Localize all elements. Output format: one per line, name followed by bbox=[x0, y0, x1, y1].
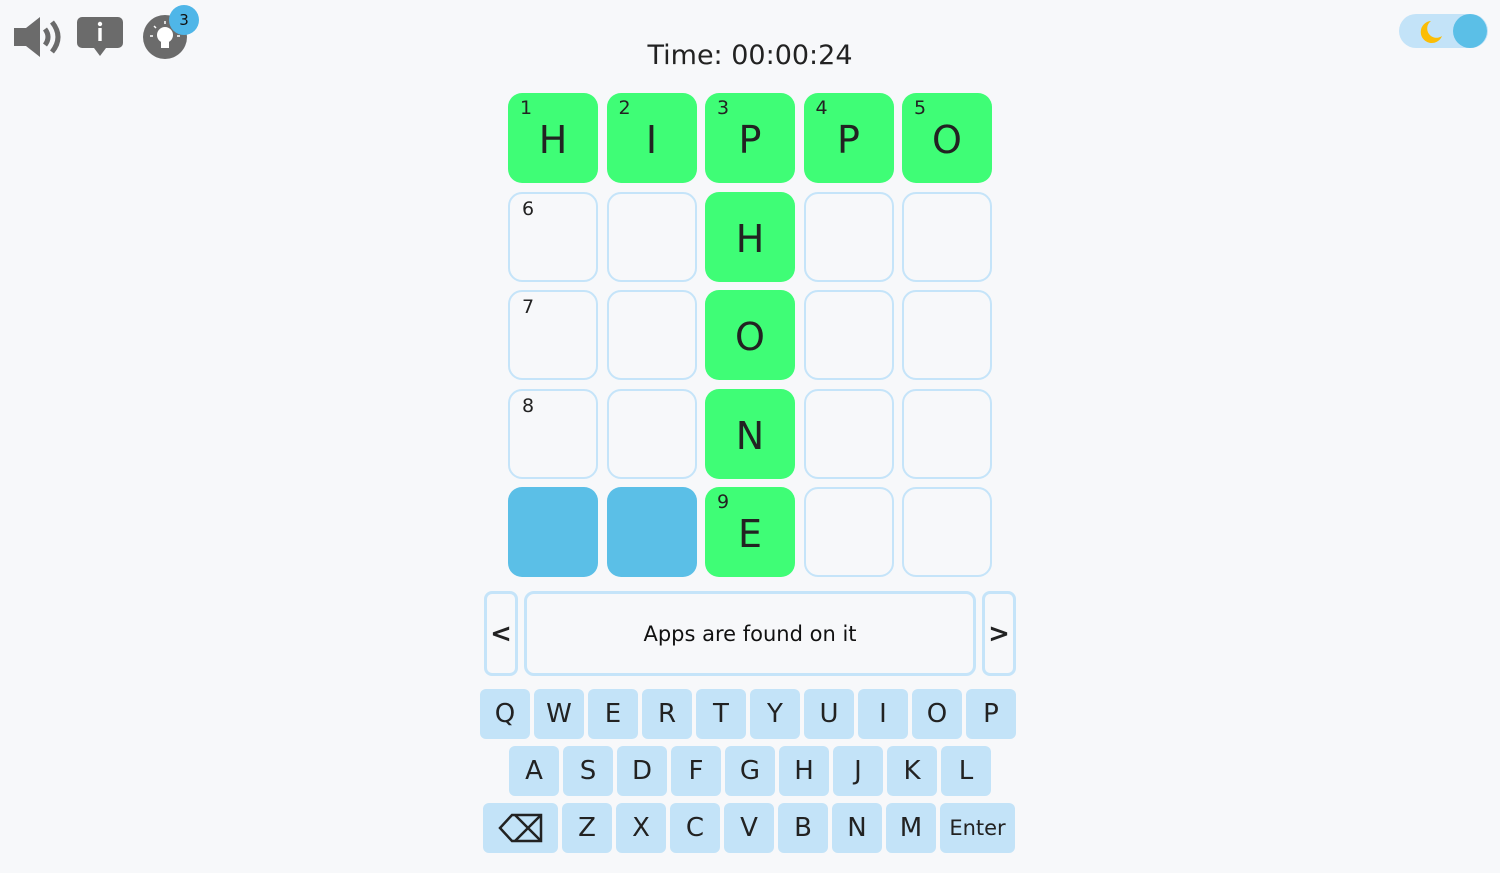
grid-cell[interactable] bbox=[803, 191, 894, 282]
cell-number: 7 bbox=[522, 296, 535, 318]
key-s[interactable]: S bbox=[563, 746, 613, 796]
backspace-icon bbox=[497, 813, 542, 843]
blocked-cell bbox=[606, 487, 697, 577]
keyboard-row: QWERTYUIOP bbox=[480, 689, 1020, 739]
key-z[interactable]: Z bbox=[562, 803, 612, 853]
key-v[interactable]: V bbox=[724, 803, 774, 853]
keyboard: Q W E R T Y U I O P A S D F G H J K L Z X C V B N M Enter bbox=[480, 689, 1020, 860]
key-f[interactable]: F bbox=[671, 746, 721, 796]
crossword-grid: 1H2I3P4P5O6H7O8N9E bbox=[508, 93, 992, 577]
cell-letter: O bbox=[735, 315, 765, 359]
grid-cell[interactable] bbox=[902, 191, 992, 282]
key-a[interactable]: A bbox=[509, 746, 559, 796]
cell-letter: P bbox=[738, 118, 762, 162]
key-c[interactable]: C bbox=[670, 803, 720, 853]
key-g[interactable]: G bbox=[725, 746, 775, 796]
cell-number: 3 bbox=[717, 97, 730, 119]
grid-cell[interactable]: 2I bbox=[606, 93, 697, 183]
grid-cell[interactable]: 3P bbox=[705, 93, 795, 183]
cell-number: 9 bbox=[717, 491, 730, 513]
key-r[interactable]: R bbox=[642, 689, 692, 739]
clue-text: Apps are found on it bbox=[524, 591, 976, 676]
grid-cell[interactable]: 4P bbox=[803, 93, 894, 183]
key-y[interactable]: Y bbox=[750, 689, 800, 739]
grid-cell[interactable] bbox=[606, 388, 697, 479]
hint-count-badge: 3 bbox=[169, 5, 199, 35]
keyboard-row: Z X C V B N M Enter bbox=[483, 803, 1020, 853]
grid-cell[interactable] bbox=[606, 290, 697, 380]
grid-cell[interactable]: 9E bbox=[705, 487, 795, 577]
backspace-key[interactable] bbox=[483, 803, 558, 853]
grid-cell[interactable] bbox=[606, 191, 697, 282]
key-m[interactable]: M bbox=[886, 803, 936, 853]
timer: Time: 00:00:24 bbox=[647, 40, 853, 71]
cell-letter: E bbox=[737, 512, 762, 556]
cell-number: 6 bbox=[522, 197, 535, 220]
key-e[interactable]: E bbox=[588, 689, 638, 739]
cell-letter: I bbox=[645, 118, 658, 162]
key-l[interactable]: L bbox=[941, 746, 991, 796]
key-i[interactable]: I bbox=[858, 689, 908, 739]
key-x[interactable]: X bbox=[616, 803, 666, 853]
cell-number: 4 bbox=[815, 97, 828, 119]
grid-cell[interactable]: 6 bbox=[508, 191, 598, 282]
key-b[interactable]: B bbox=[778, 803, 828, 853]
next-clue-button[interactable]: > bbox=[982, 591, 1016, 676]
grid-cell[interactable]: 7 bbox=[508, 290, 598, 380]
cell-number: 1 bbox=[520, 97, 533, 119]
grid-cell[interactable] bbox=[902, 487, 992, 577]
grid-cell[interactable] bbox=[902, 388, 992, 479]
grid-cell[interactable]: 8 bbox=[508, 388, 598, 479]
cell-number: 2 bbox=[618, 97, 631, 119]
enter-key[interactable]: Enter bbox=[940, 803, 1015, 853]
cell-letter: P bbox=[837, 118, 860, 162]
grid-cell[interactable]: N bbox=[705, 388, 795, 479]
prev-clue-button[interactable]: < bbox=[484, 591, 518, 676]
key-k[interactable]: K bbox=[887, 746, 937, 796]
key-o[interactable]: O bbox=[912, 689, 962, 739]
key-h[interactable]: H bbox=[779, 746, 829, 796]
key-p[interactable]: P bbox=[966, 689, 1016, 739]
grid-cell[interactable] bbox=[902, 290, 992, 380]
grid-cell[interactable]: 5O bbox=[902, 93, 992, 183]
key-j[interactable]: J bbox=[833, 746, 883, 796]
cell-letter: H bbox=[538, 118, 568, 162]
key-d[interactable]: D bbox=[617, 746, 667, 796]
blocked-cell bbox=[508, 487, 598, 577]
keyboard-row: ASDFGHJKL bbox=[509, 746, 1020, 796]
grid-cell[interactable]: H bbox=[705, 191, 795, 282]
clue-bar: < Apps are found on it > bbox=[484, 591, 1016, 676]
key-q[interactable]: Q bbox=[480, 689, 530, 739]
key-w[interactable]: W bbox=[534, 689, 584, 739]
cell-number: 5 bbox=[914, 97, 927, 119]
key-u[interactable]: U bbox=[804, 689, 854, 739]
cell-number: 8 bbox=[522, 394, 535, 417]
grid-cell[interactable]: 1H bbox=[508, 93, 598, 183]
grid-cell[interactable] bbox=[803, 290, 894, 380]
grid-cell[interactable] bbox=[803, 487, 894, 577]
cell-letter: H bbox=[735, 216, 765, 261]
grid-cell[interactable] bbox=[803, 388, 894, 479]
key-n[interactable]: N bbox=[832, 803, 882, 853]
cell-letter: O bbox=[932, 118, 962, 162]
grid-cell[interactable]: O bbox=[705, 290, 795, 380]
key-t[interactable]: T bbox=[696, 689, 746, 739]
cell-letter: N bbox=[735, 413, 765, 458]
